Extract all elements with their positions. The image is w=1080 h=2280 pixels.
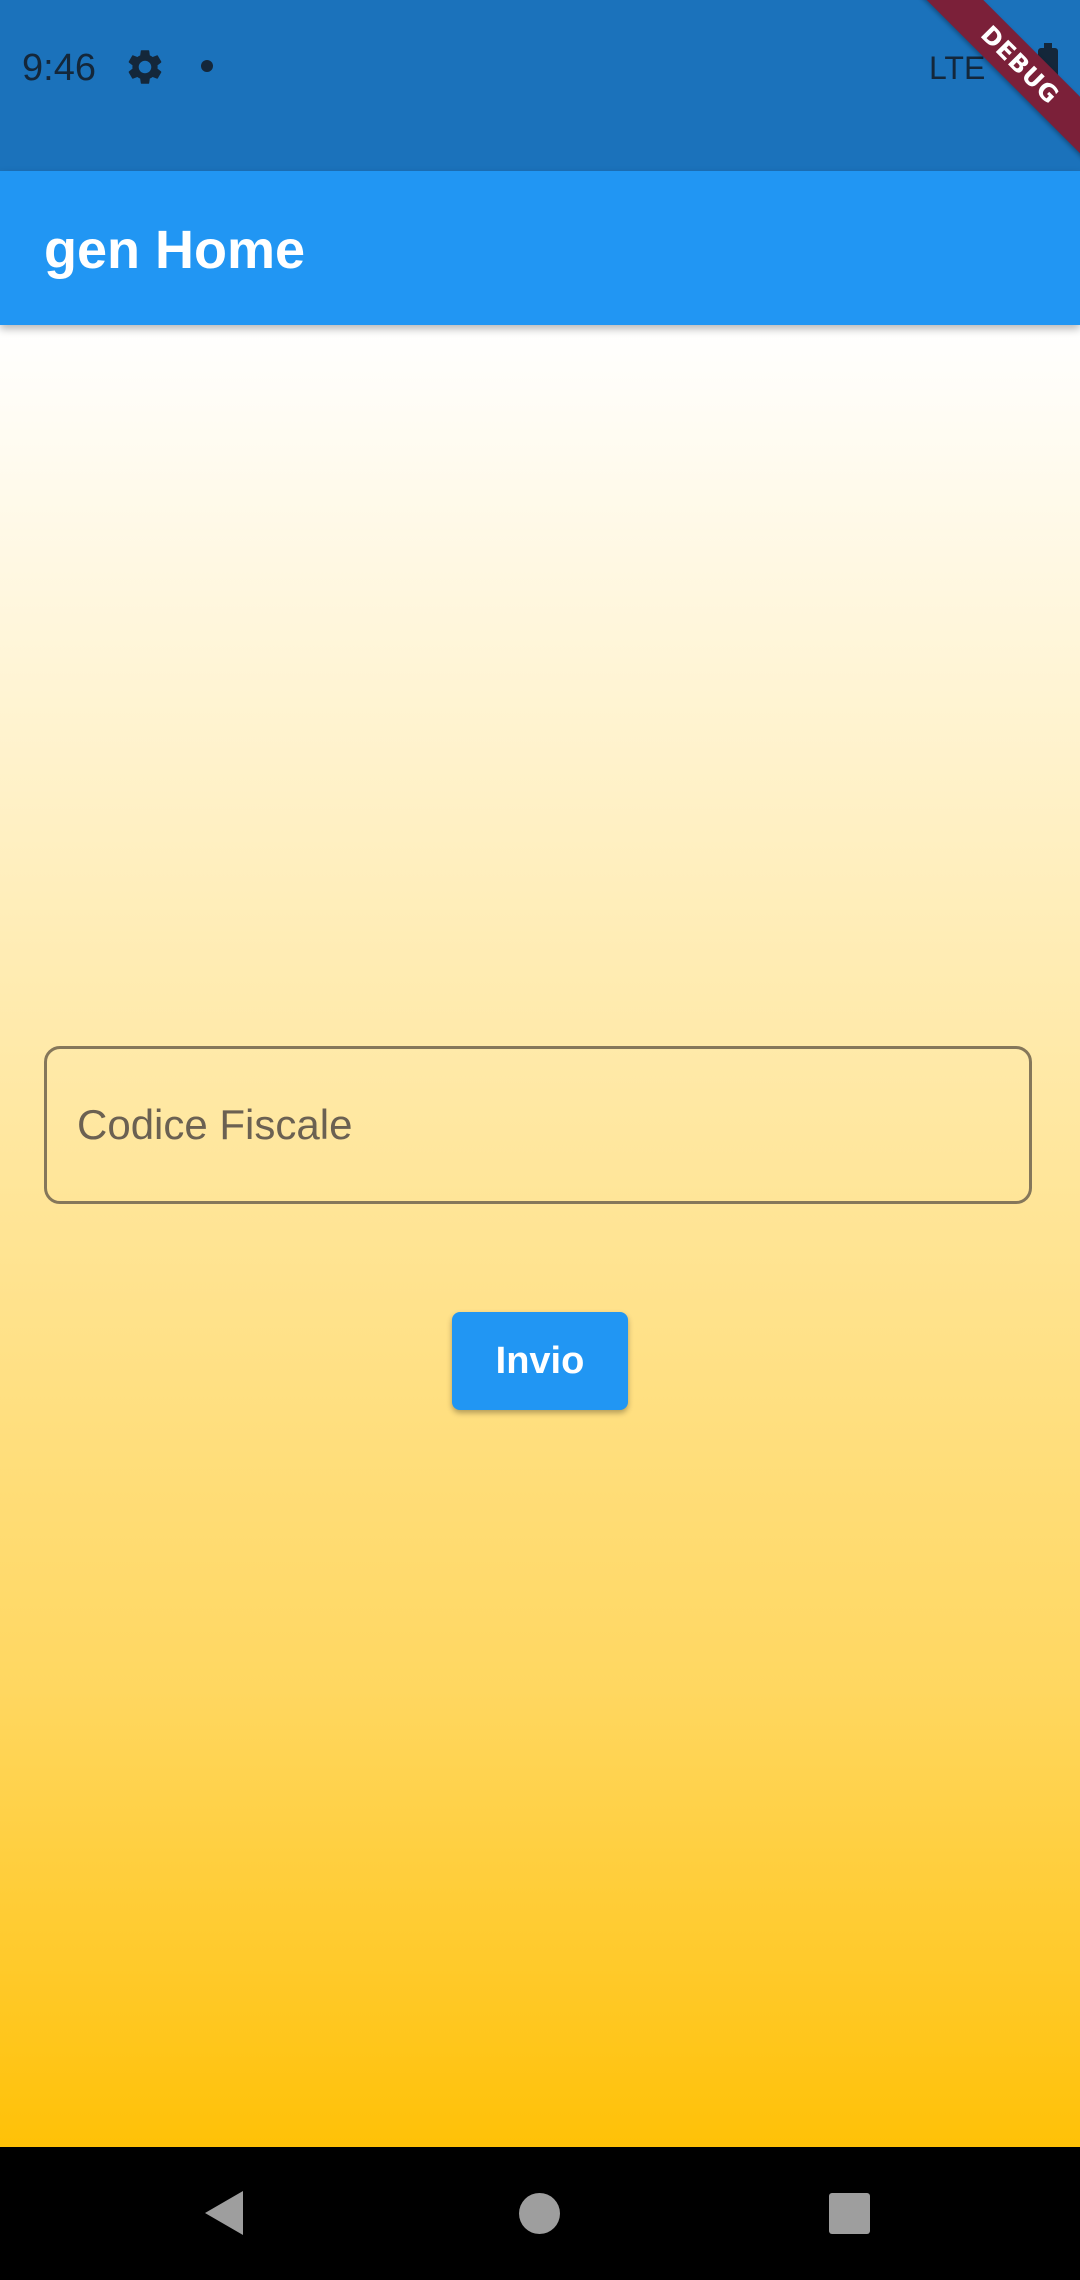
codice-fiscale-field[interactable]: [44, 1046, 1032, 1204]
invio-button[interactable]: Invio: [452, 1312, 628, 1410]
settings-icon: [128, 50, 162, 84]
navigation-bar: [0, 2147, 1080, 2280]
codice-fiscale-input[interactable]: [77, 1049, 997, 1201]
back-icon[interactable]: [205, 2191, 243, 2235]
status-bar: 9:46 LTE: [0, 0, 1080, 171]
home-icon[interactable]: [519, 2193, 560, 2234]
battery-icon: [1038, 43, 1058, 84]
recents-icon[interactable]: [829, 2193, 870, 2234]
page-title: gen Home: [44, 220, 306, 280]
network-type: LTE: [929, 50, 986, 86]
status-time: 9:46: [22, 47, 96, 89]
notification-dot-icon: [201, 60, 213, 72]
app-bar: gen Home: [0, 171, 1080, 325]
main-content: Invio: [0, 325, 1080, 2147]
